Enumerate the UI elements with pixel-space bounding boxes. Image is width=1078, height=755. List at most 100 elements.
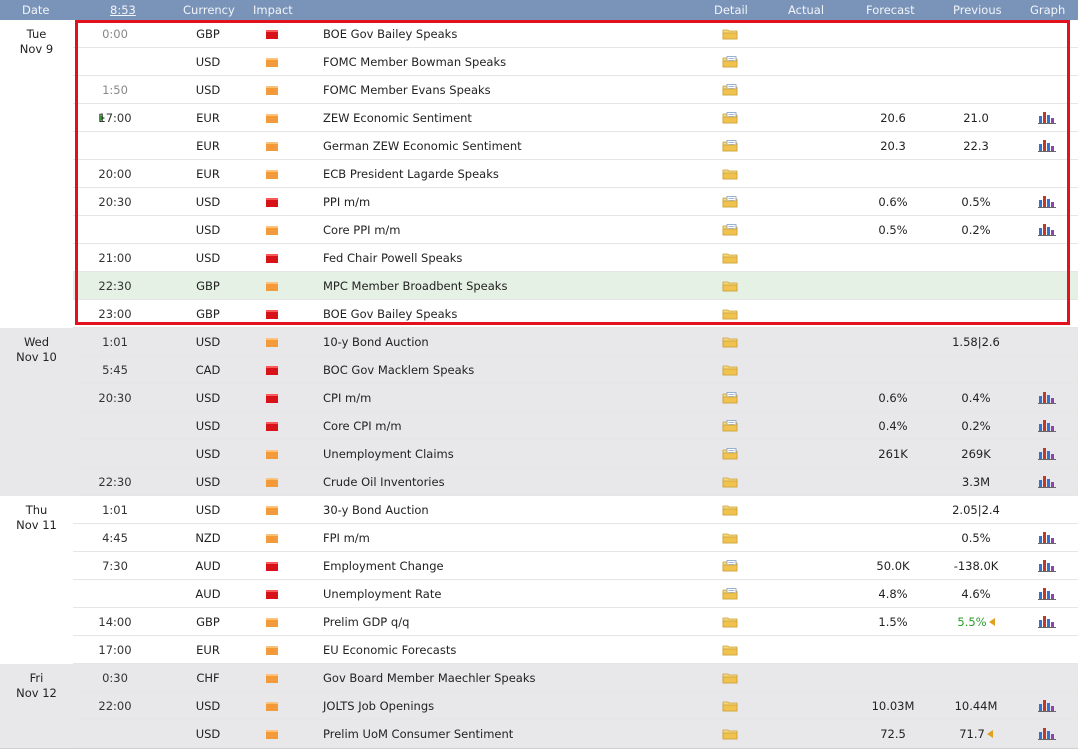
detail-folder-icon[interactable] — [722, 308, 738, 320]
event-title[interactable]: Crude Oil Inventories — [323, 468, 445, 496]
graph-chart-icon[interactable] — [1038, 698, 1056, 712]
detail-folder-icon[interactable] — [722, 504, 738, 516]
header-time[interactable]: 8:53 — [110, 0, 136, 20]
graph-chart-icon[interactable] — [1038, 726, 1056, 740]
event-row[interactable]: 17:00 EUR ZEW Economic Sentiment 20.6 21.0 — [73, 104, 1078, 132]
detail-folder-icon[interactable] — [722, 364, 738, 376]
event-row[interactable]: 21:00 USD Fed Chair Powell Speaks — [73, 244, 1078, 272]
event-row[interactable]: USD FOMC Member Bowman Speaks — [73, 48, 1078, 76]
event-row[interactable]: USD Unemployment Claims 261K 269K — [73, 440, 1078, 468]
event-row[interactable]: 1:50 USD FOMC Member Evans Speaks — [73, 76, 1078, 104]
detail-folder-icon[interactable] — [722, 140, 738, 152]
event-title[interactable]: FOMC Member Bowman Speaks — [323, 48, 506, 76]
graph-chart-icon[interactable] — [1038, 222, 1056, 236]
event-title[interactable]: CPI m/m — [323, 384, 371, 412]
event-row[interactable]: USD Core PPI m/m 0.5% 0.2% — [73, 216, 1078, 244]
detail-folder-icon[interactable] — [722, 280, 738, 292]
event-title[interactable]: BOC Gov Macklem Speaks — [323, 356, 474, 384]
event-row[interactable]: 17:00 EUR EU Economic Forecasts — [73, 636, 1078, 664]
event-title[interactable]: FOMC Member Evans Speaks — [323, 76, 491, 104]
event-row[interactable]: 22:00 USD JOLTS Job Openings 10.03M 10.44M — [73, 692, 1078, 720]
graph-chart-icon[interactable] — [1038, 390, 1056, 404]
graph-chart-icon[interactable] — [1038, 194, 1056, 208]
graph-chart-icon[interactable] — [1038, 474, 1056, 488]
detail-folder-icon[interactable] — [722, 56, 738, 68]
event-title[interactable]: BOE Gov Bailey Speaks — [323, 20, 457, 48]
graph-chart-icon[interactable] — [1038, 138, 1056, 152]
event-title[interactable]: PPI m/m — [323, 188, 370, 216]
detail-folder-icon[interactable] — [722, 196, 738, 208]
event-currency: USD — [195, 447, 221, 461]
detail-folder-icon[interactable] — [722, 84, 738, 96]
event-row[interactable]: AUD Unemployment Rate 4.8% 4.6% — [73, 580, 1078, 608]
event-title[interactable]: JOLTS Job Openings — [323, 692, 434, 720]
detail-folder-icon[interactable] — [722, 420, 738, 432]
event-title[interactable]: Fed Chair Powell Speaks — [323, 244, 462, 272]
event-title[interactable]: Gov Board Member Maechler Speaks — [323, 664, 536, 692]
event-row[interactable]: 1:01 USD 10-y Bond Auction 1.58|2.6 — [73, 328, 1078, 356]
event-row[interactable]: 22:30 GBP MPC Member Broadbent Speaks — [73, 272, 1078, 300]
event-row[interactable]: 7:30 AUD Employment Change 50.0K -138.0K — [73, 552, 1078, 580]
event-time: 5:45 — [102, 363, 128, 377]
event-title[interactable]: German ZEW Economic Sentiment — [323, 132, 522, 160]
event-title[interactable]: 10-y Bond Auction — [323, 328, 429, 356]
graph-chart-icon[interactable] — [1038, 614, 1056, 628]
event-title[interactable]: FPI m/m — [323, 524, 370, 552]
event-row[interactable]: 0:30 CHF Gov Board Member Maechler Speaks — [73, 664, 1078, 692]
event-row[interactable]: USD Prelim UoM Consumer Sentiment 72.5 71.7 — [73, 720, 1078, 748]
previous-value: 71.7 — [959, 727, 985, 741]
event-row[interactable]: 1:01 USD 30-y Bond Auction 2.05|2.4 — [73, 496, 1078, 524]
event-time: 21:00 — [98, 251, 132, 265]
event-title[interactable]: Prelim GDP q/q — [323, 608, 409, 636]
detail-folder-icon[interactable] — [722, 476, 738, 488]
graph-chart-icon[interactable] — [1038, 418, 1056, 432]
event-title[interactable]: ECB President Lagarde Speaks — [323, 160, 499, 188]
detail-folder-icon[interactable] — [722, 336, 738, 348]
event-title[interactable]: BOE Gov Bailey Speaks — [323, 300, 457, 328]
event-row[interactable]: USD Core CPI m/m 0.4% 0.2% — [73, 412, 1078, 440]
event-row[interactable]: 20:00 EUR ECB President Lagarde Speaks — [73, 160, 1078, 188]
event-title[interactable]: Core PPI m/m — [323, 216, 400, 244]
detail-folder-icon[interactable] — [722, 168, 738, 180]
detail-folder-icon[interactable] — [722, 672, 738, 684]
detail-folder-icon[interactable] — [722, 700, 738, 712]
detail-folder-icon[interactable] — [722, 112, 738, 124]
detail-folder-icon[interactable] — [722, 560, 738, 572]
detail-folder-icon[interactable] — [722, 392, 738, 404]
graph-chart-icon[interactable] — [1038, 110, 1056, 124]
event-title[interactable]: MPC Member Broadbent Speaks — [323, 272, 507, 300]
graph-chart-icon[interactable] — [1038, 446, 1056, 460]
detail-folder-icon[interactable] — [722, 252, 738, 264]
event-row[interactable]: 0:00 GBP BOE Gov Bailey Speaks — [73, 20, 1078, 48]
event-title[interactable]: EU Economic Forecasts — [323, 636, 456, 664]
graph-chart-icon[interactable] — [1038, 586, 1056, 600]
event-title[interactable]: Core CPI m/m — [323, 412, 402, 440]
detail-folder-icon[interactable] — [722, 588, 738, 600]
detail-folder-icon[interactable] — [722, 28, 738, 40]
event-title[interactable]: Unemployment Claims — [323, 440, 454, 468]
detail-folder-icon[interactable] — [722, 532, 738, 544]
event-title[interactable]: Employment Change — [323, 552, 444, 580]
event-row[interactable]: EUR German ZEW Economic Sentiment 20.3 22.3 — [73, 132, 1078, 160]
event-title[interactable]: ZEW Economic Sentiment — [323, 104, 472, 132]
graph-chart-icon[interactable] — [1038, 530, 1056, 544]
event-row[interactable]: 20:30 USD PPI m/m 0.6% 0.5% — [73, 188, 1078, 216]
graph-chart-icon[interactable] — [1038, 558, 1056, 572]
detail-folder-icon[interactable] — [722, 616, 738, 628]
event-row[interactable]: 20:30 USD CPI m/m 0.6% 0.4% — [73, 384, 1078, 412]
event-row[interactable]: 14:00 GBP Prelim GDP q/q 1.5% 5.5% — [73, 608, 1078, 636]
event-time — [73, 580, 157, 608]
detail-folder-icon[interactable] — [722, 644, 738, 656]
event-title[interactable]: Unemployment Rate — [323, 580, 441, 608]
detail-folder-icon[interactable] — [722, 224, 738, 236]
detail-folder-icon[interactable] — [722, 448, 738, 460]
date-cell: Fri Nov 12 — [0, 664, 73, 701]
event-row[interactable]: 4:45 NZD FPI m/m 0.5% — [73, 524, 1078, 552]
event-title[interactable]: 30-y Bond Auction — [323, 496, 429, 524]
event-row[interactable]: 5:45 CAD BOC Gov Macklem Speaks — [73, 356, 1078, 384]
event-row[interactable]: 23:00 GBP BOE Gov Bailey Speaks — [73, 300, 1078, 328]
event-row[interactable]: 22:30 USD Crude Oil Inventories 3.3M — [73, 468, 1078, 496]
day-group: Tue Nov 9 0:00 GBP BOE Gov Bailey Speaks USD F… — [0, 20, 1078, 329]
detail-folder-icon[interactable] — [722, 728, 738, 740]
event-title[interactable]: Prelim UoM Consumer Sentiment — [323, 720, 513, 748]
